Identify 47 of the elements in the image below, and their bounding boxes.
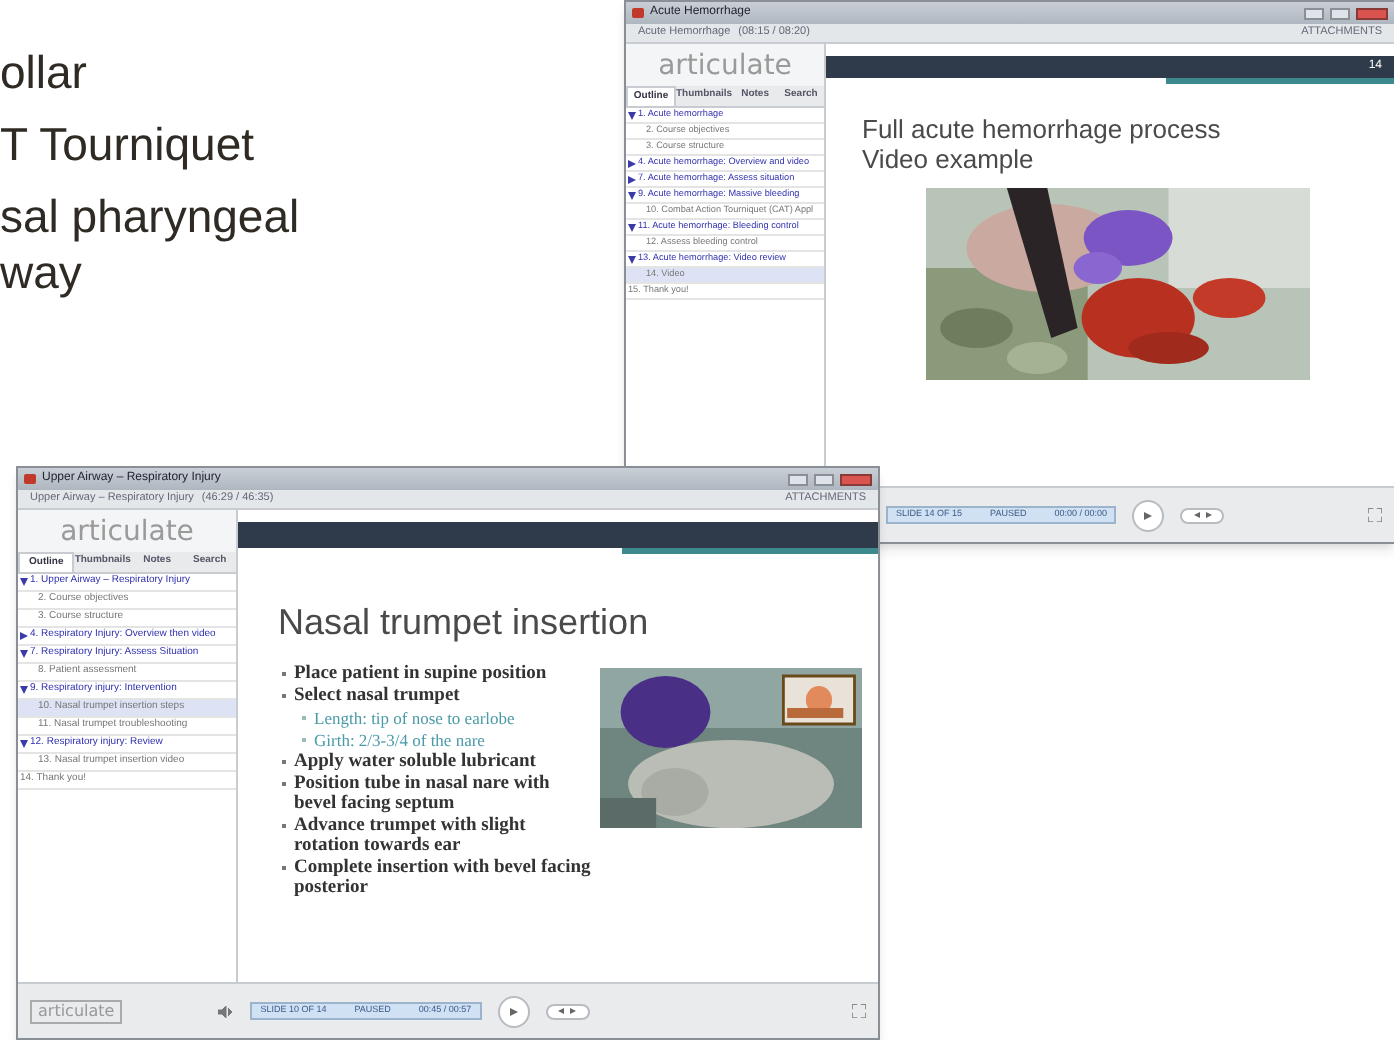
bullet-text: Position tube in nasal nare with bevel facing septum [294, 773, 552, 814]
collapsed-caret-icon[interactable] [20, 632, 28, 640]
bullet-text: Place patient in supine position [294, 663, 547, 684]
expanded-caret-icon[interactable] [628, 191, 636, 199]
bullet-text: Length: tip of nose to earlobe [314, 707, 515, 728]
maximize-button[interactable] [1330, 7, 1350, 19]
slide-bullet-text: T Tourniquet [0, 116, 257, 172]
prev-icon [1193, 512, 1200, 518]
fullscreen-icon[interactable] [1368, 508, 1382, 522]
slide-bullet-text: way [0, 244, 84, 300]
prev-icon [558, 1008, 565, 1014]
bullet-text: Apply water soluble lubricant [294, 751, 536, 772]
slide-title: Video example [862, 145, 1034, 176]
slide-bullet-text: ollar [0, 44, 89, 100]
slide-title: Full acute hemorrhage process [862, 116, 1223, 146]
logo: articulate [658, 51, 792, 79]
play-icon [1144, 511, 1153, 519]
bullet-text: Advance trumpet with slight rotation towards ear [294, 815, 528, 856]
expanded-caret-icon[interactable] [628, 255, 636, 263]
fullscreen-icon[interactable] [852, 1004, 866, 1018]
volume-icon[interactable] [218, 1005, 235, 1017]
app-icon [632, 8, 644, 18]
next-icon [1205, 512, 1212, 518]
prev-next-buttons[interactable] [545, 1003, 590, 1019]
minimize-button[interactable] [1304, 7, 1324, 19]
bullet-text: Complete insertion with bevel facing posterior [294, 857, 592, 898]
play-button[interactable] [1132, 499, 1165, 531]
play-button[interactable] [497, 995, 530, 1027]
play-icon [509, 1007, 518, 1015]
app-icon [24, 474, 36, 484]
expanded-caret-icon[interactable] [20, 686, 28, 694]
footer-logo: articulate [30, 999, 123, 1023]
next-icon [570, 1008, 577, 1014]
slide-bullet-text: sal pharyngeal [0, 188, 300, 244]
bullet-text: Girth: 2/3-3/4 of the nare [314, 729, 485, 750]
maximize-button[interactable] [814, 473, 834, 485]
close-button[interactable] [840, 473, 872, 485]
bullet-text: Select nasal trumpet [294, 685, 460, 706]
expanded-caret-icon[interactable] [20, 578, 28, 586]
expanded-caret-icon[interactable] [628, 223, 636, 231]
logo: articulate [60, 517, 194, 545]
slide-title: Nasal trumpet insertion [278, 602, 651, 644]
prev-next-buttons[interactable] [1180, 507, 1225, 523]
expanded-caret-icon[interactable] [20, 650, 28, 658]
close-button[interactable] [1356, 7, 1388, 19]
minimize-button[interactable] [788, 473, 808, 485]
expanded-caret-icon[interactable] [20, 740, 28, 748]
